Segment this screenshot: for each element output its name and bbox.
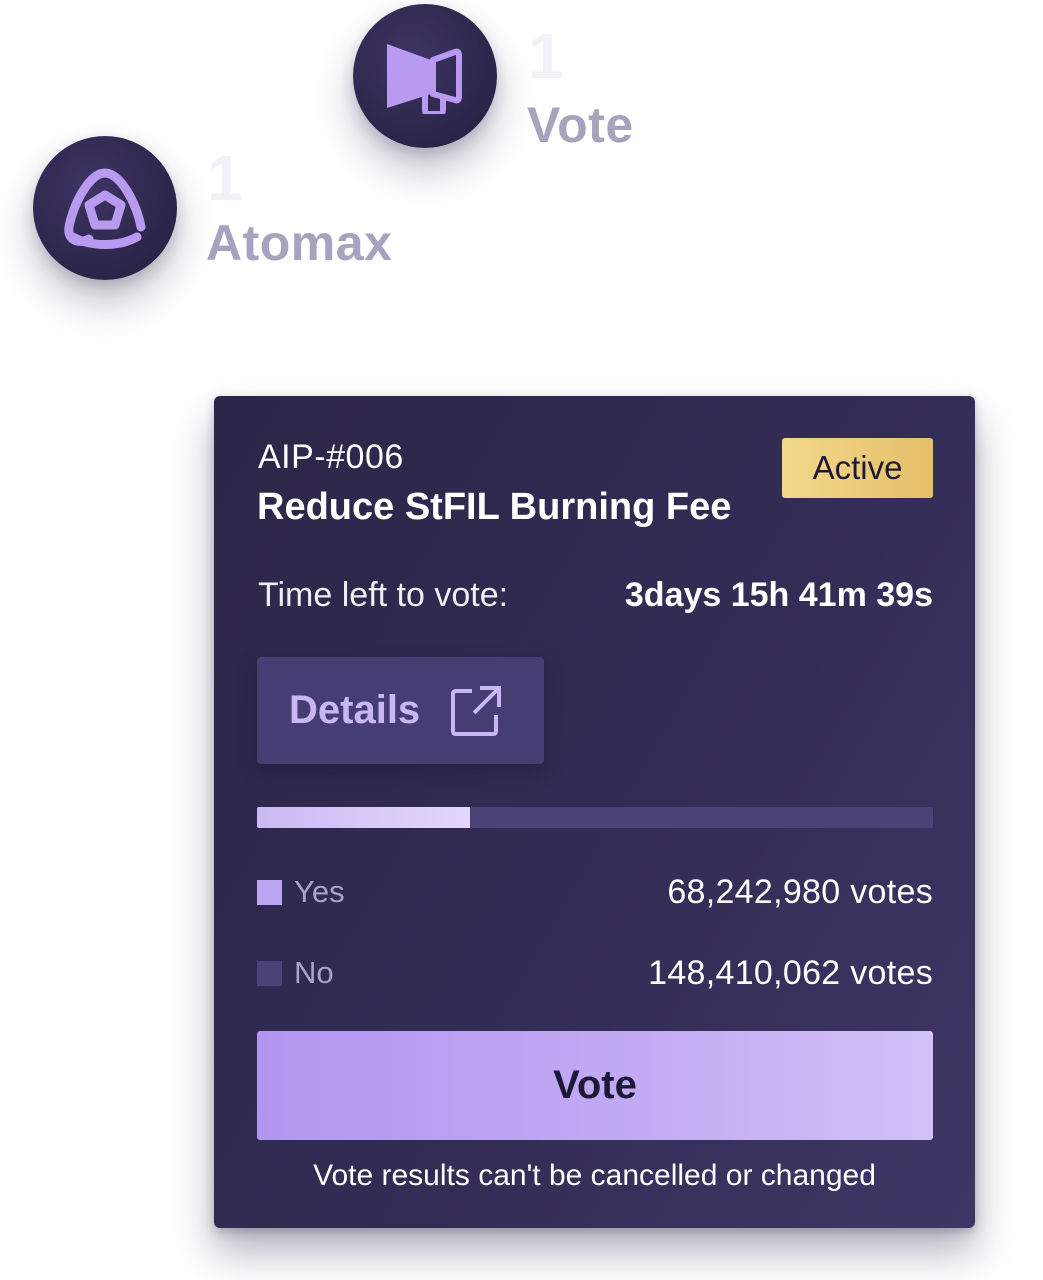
stage: 1 Vote 1 Atomax AIP-#006 Reduce StFIL Bu… xyxy=(0,0,1043,1280)
external-link-icon xyxy=(450,685,502,737)
atomax-step-label: Atomax xyxy=(206,215,393,271)
option-yes-votes: 68,242,980 votes xyxy=(667,872,933,911)
vote-disclaimer: Vote results can't be cancelled or chang… xyxy=(313,1159,876,1192)
vote-step-badge xyxy=(353,4,497,148)
vote-step-label: Vote xyxy=(527,97,634,153)
proposal-title: Reduce StFIL Burning Fee xyxy=(257,486,732,528)
details-button-label: Details xyxy=(289,688,421,732)
vote-progress-yes-fill xyxy=(257,807,470,828)
option-no-votes: 148,410,062 votes xyxy=(648,953,933,992)
option-yes-row: Yes 68,242,980 votes xyxy=(257,872,933,912)
option-no-label: No xyxy=(294,955,334,990)
vote-step-count: 1 xyxy=(528,20,564,92)
no-swatch xyxy=(257,960,282,986)
vote-button[interactable]: Vote xyxy=(257,1031,933,1140)
details-button[interactable]: Details xyxy=(257,657,544,764)
time-left-value: 3days 15h 41m 39s xyxy=(624,576,933,614)
option-no-row: No 148,410,062 votes xyxy=(257,953,933,993)
vote-progress-bar xyxy=(257,807,933,828)
atomax-step-badge xyxy=(33,136,177,280)
atomax-step-count: 1 xyxy=(207,142,243,214)
proposal-id: AIP-#006 xyxy=(258,438,404,476)
yes-swatch xyxy=(257,879,282,905)
status-badge: Active xyxy=(782,438,933,498)
atomax-logo-icon xyxy=(59,165,151,251)
megaphone-icon xyxy=(383,38,467,114)
time-left-label: Time left to vote: xyxy=(258,576,509,614)
proposal-card: AIP-#006 Reduce StFIL Burning Fee Active… xyxy=(214,396,975,1228)
option-yes-label: Yes xyxy=(294,874,345,909)
